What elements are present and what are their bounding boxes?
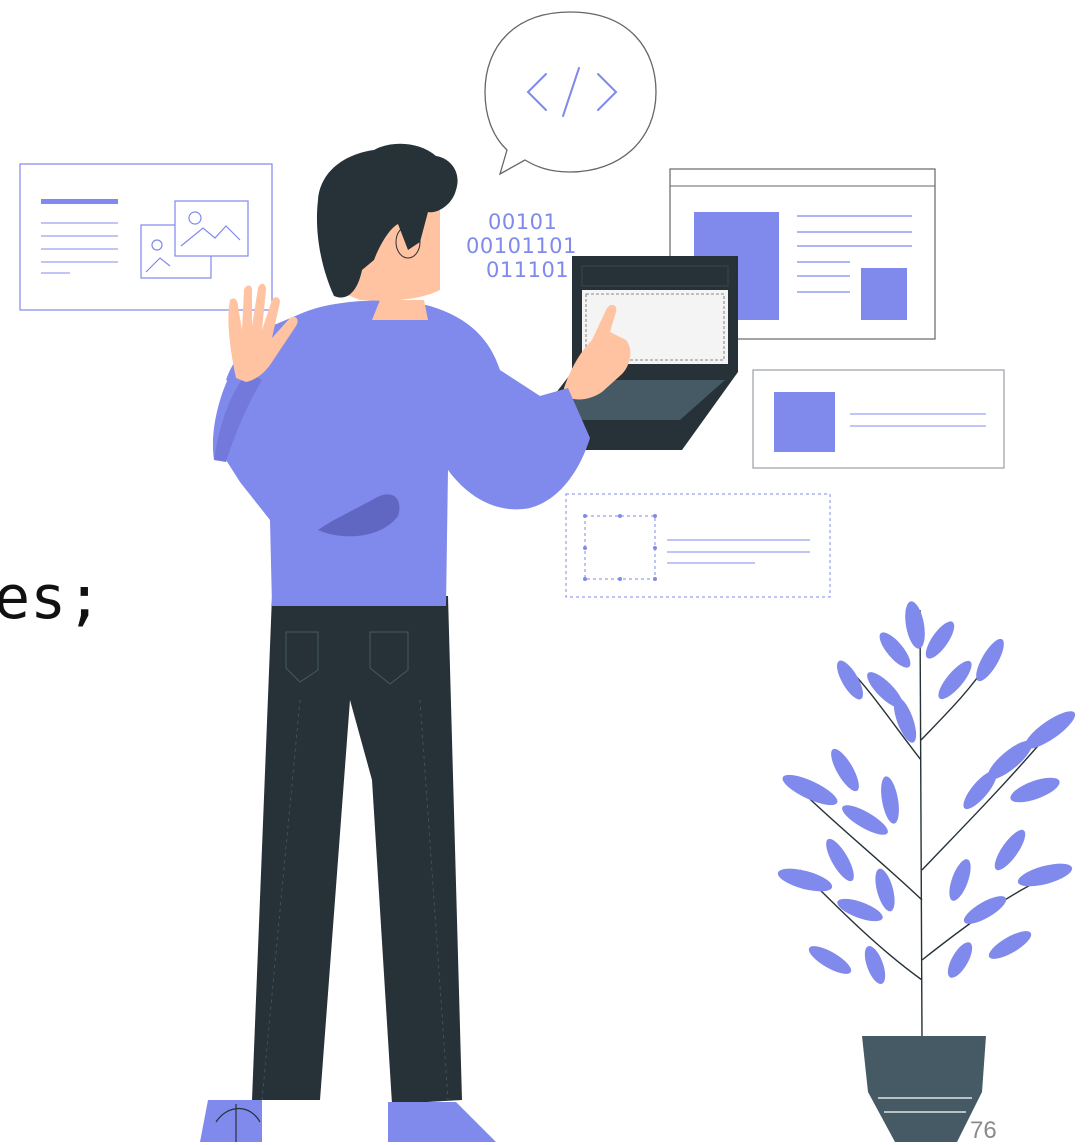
- slide-body-text-fragment: es;: [0, 563, 103, 633]
- page-number: 76: [970, 1117, 997, 1144]
- illustration: [19, 11, 1076, 1142]
- binary-line-2: 00101101: [466, 234, 577, 258]
- slide-canvas: 00101 00101101 011101 es; 76: [0, 0, 1092, 1144]
- person: [200, 143, 631, 1142]
- left-card: [19, 163, 273, 311]
- right-mid-card: [752, 369, 1005, 469]
- binary-line-1: 00101: [488, 210, 558, 234]
- binary-line-3: 011101: [486, 258, 570, 282]
- dashed-selection-card: [565, 493, 831, 598]
- speech-bubble: [484, 11, 657, 176]
- potted-plant: [777, 601, 1076, 1142]
- plant-pot: [862, 1036, 986, 1142]
